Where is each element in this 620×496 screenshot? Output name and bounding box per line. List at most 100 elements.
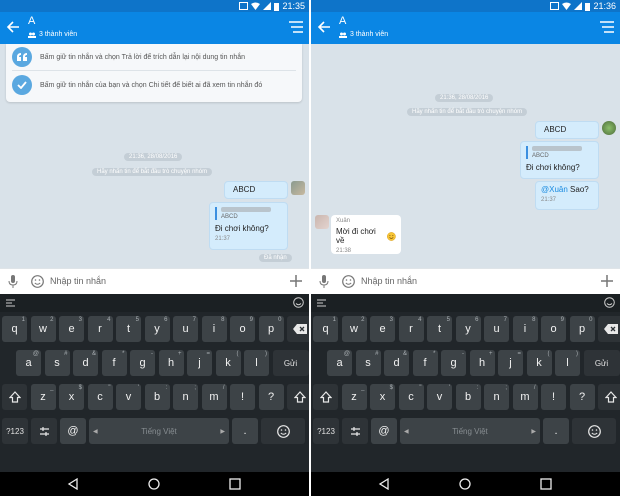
key-s[interactable]: s # bbox=[355, 350, 381, 376]
emoji-key[interactable] bbox=[572, 418, 616, 444]
key-v[interactable]: v ' bbox=[427, 384, 452, 410]
input-method-icon[interactable] bbox=[6, 299, 15, 307]
mention-tag[interactable]: @Xuân bbox=[541, 185, 568, 194]
key-i[interactable]: i8 bbox=[512, 316, 538, 342]
key-question[interactable]: ? bbox=[258, 384, 284, 410]
microphone-icon[interactable] bbox=[319, 275, 329, 289]
plus-icon[interactable] bbox=[600, 274, 614, 288]
period-key[interactable]: . bbox=[232, 418, 258, 444]
key-t[interactable]: t5 bbox=[116, 316, 141, 342]
members-count[interactable]: 3 thành viên bbox=[28, 31, 77, 38]
symbols-key[interactable]: ?123 bbox=[2, 418, 28, 444]
key-question[interactable]: ? bbox=[569, 384, 595, 410]
nav-recents-icon[interactable] bbox=[540, 478, 552, 490]
key-f[interactable]: f * bbox=[412, 350, 438, 376]
key-j[interactable]: j = bbox=[498, 350, 523, 376]
backspace-key[interactable] bbox=[598, 316, 620, 342]
key-exclamation[interactable]: ! bbox=[230, 384, 255, 410]
incoming-bubble[interactable]: Xuân Mời đi chơi về 21:38 bbox=[331, 215, 401, 254]
key-g[interactable]: g- bbox=[130, 350, 155, 376]
key-m[interactable]: m / bbox=[201, 384, 227, 410]
key-v[interactable]: v ' bbox=[116, 384, 141, 410]
key-e[interactable]: e3 bbox=[59, 316, 84, 342]
chat-title[interactable]: A bbox=[28, 15, 35, 27]
nav-home-icon[interactable] bbox=[148, 478, 160, 490]
key-b[interactable]: b: bbox=[455, 384, 481, 410]
key-b[interactable]: b: bbox=[144, 384, 170, 410]
symbols-key[interactable]: ?123 bbox=[313, 418, 339, 444]
emoji-key[interactable] bbox=[261, 418, 305, 444]
key-z[interactable]: z _ bbox=[341, 384, 367, 410]
shift-key[interactable] bbox=[313, 384, 338, 410]
key-h[interactable]: h + bbox=[469, 350, 495, 376]
settings-key[interactable] bbox=[31, 418, 57, 444]
key-n[interactable]: n; bbox=[173, 384, 198, 410]
settings-key[interactable] bbox=[342, 418, 368, 444]
key-c[interactable]: c " bbox=[398, 384, 424, 410]
message-bubble[interactable]: ABCD bbox=[224, 181, 288, 199]
nav-back-icon[interactable] bbox=[378, 478, 390, 490]
microphone-icon[interactable] bbox=[8, 275, 18, 289]
reply-bubble[interactable]: ABCD Đi chơi không? bbox=[520, 141, 599, 179]
at-key[interactable]: @ bbox=[60, 418, 86, 444]
key-d[interactable]: d & bbox=[384, 350, 409, 376]
key-l[interactable]: l) bbox=[244, 350, 269, 376]
key-q[interactable]: q1 bbox=[313, 316, 338, 342]
period-key[interactable]: . bbox=[543, 418, 569, 444]
key-o[interactable]: o9 bbox=[230, 316, 255, 342]
key-y[interactable]: y6 bbox=[455, 316, 481, 342]
key-t[interactable]: t5 bbox=[427, 316, 452, 342]
key-e[interactable]: e3 bbox=[370, 316, 395, 342]
members-count[interactable]: 3 thành viên bbox=[339, 31, 388, 38]
menu-icon[interactable] bbox=[289, 21, 303, 33]
emoji-icon[interactable] bbox=[31, 275, 44, 288]
key-i[interactable]: i8 bbox=[201, 316, 227, 342]
shift-key[interactable] bbox=[2, 384, 27, 410]
key-r[interactable]: r4 bbox=[398, 316, 424, 342]
key-o[interactable]: o9 bbox=[541, 316, 566, 342]
chat-area[interactable]: Bấm giữ tin nhắn và chọn Trả lời để tríc… bbox=[0, 44, 309, 268]
avatar[interactable] bbox=[315, 215, 329, 229]
input-method-icon[interactable] bbox=[317, 299, 326, 307]
key-z[interactable]: z _ bbox=[30, 384, 56, 410]
space-key[interactable]: Tiếng Việt ◀ ▶ bbox=[89, 418, 229, 444]
menu-icon[interactable] bbox=[600, 21, 614, 33]
nav-back-icon[interactable] bbox=[67, 478, 79, 490]
key-p[interactable]: p0 bbox=[569, 316, 595, 342]
space-key[interactable]: Tiếng Việt ◀ ▶ bbox=[400, 418, 540, 444]
avatar[interactable] bbox=[291, 181, 305, 195]
key-y[interactable]: y6 bbox=[144, 316, 170, 342]
key-p[interactable]: p0 bbox=[258, 316, 284, 342]
message-input[interactable]: Nhập tin nhắn bbox=[50, 276, 106, 286]
message-bubble[interactable]: ABCD bbox=[535, 121, 599, 139]
shift-key-right[interactable] bbox=[598, 384, 620, 410]
chat-area[interactable]: 21:36, 28/08/2016 Hãy nhấn tin để bắt đầ… bbox=[311, 44, 620, 268]
plus-icon[interactable] bbox=[289, 274, 303, 288]
emoji-icon[interactable] bbox=[342, 275, 355, 288]
key-c[interactable]: c " bbox=[87, 384, 113, 410]
back-arrow-icon[interactable] bbox=[317, 20, 331, 34]
enter-key[interactable]: Gửi bbox=[583, 350, 620, 376]
key-j[interactable]: j = bbox=[187, 350, 212, 376]
key-m[interactable]: m / bbox=[512, 384, 538, 410]
emoji-icon[interactable] bbox=[293, 297, 304, 308]
message-input[interactable]: Nhập tin nhắn bbox=[361, 276, 417, 286]
key-x[interactable]: x $ bbox=[370, 384, 395, 410]
key-n[interactable]: n; bbox=[484, 384, 509, 410]
key-r[interactable]: r4 bbox=[87, 316, 113, 342]
back-arrow-icon[interactable] bbox=[6, 20, 20, 34]
emoji-icon[interactable] bbox=[604, 297, 615, 308]
key-g[interactable]: g- bbox=[441, 350, 466, 376]
avatar[interactable] bbox=[602, 121, 616, 135]
chat-title[interactable]: A bbox=[339, 15, 346, 27]
shift-key-right[interactable] bbox=[287, 384, 309, 410]
key-w[interactable]: w2 bbox=[30, 316, 56, 342]
key-h[interactable]: h + bbox=[158, 350, 184, 376]
backspace-key[interactable] bbox=[287, 316, 309, 342]
key-a[interactable]: a @ bbox=[16, 350, 41, 376]
reply-bubble[interactable]: ABCD Đi chơi không? 21:37 bbox=[209, 202, 288, 250]
key-exclamation[interactable]: ! bbox=[541, 384, 566, 410]
key-k[interactable]: k( bbox=[526, 350, 552, 376]
key-s[interactable]: s # bbox=[44, 350, 70, 376]
key-k[interactable]: k( bbox=[215, 350, 241, 376]
